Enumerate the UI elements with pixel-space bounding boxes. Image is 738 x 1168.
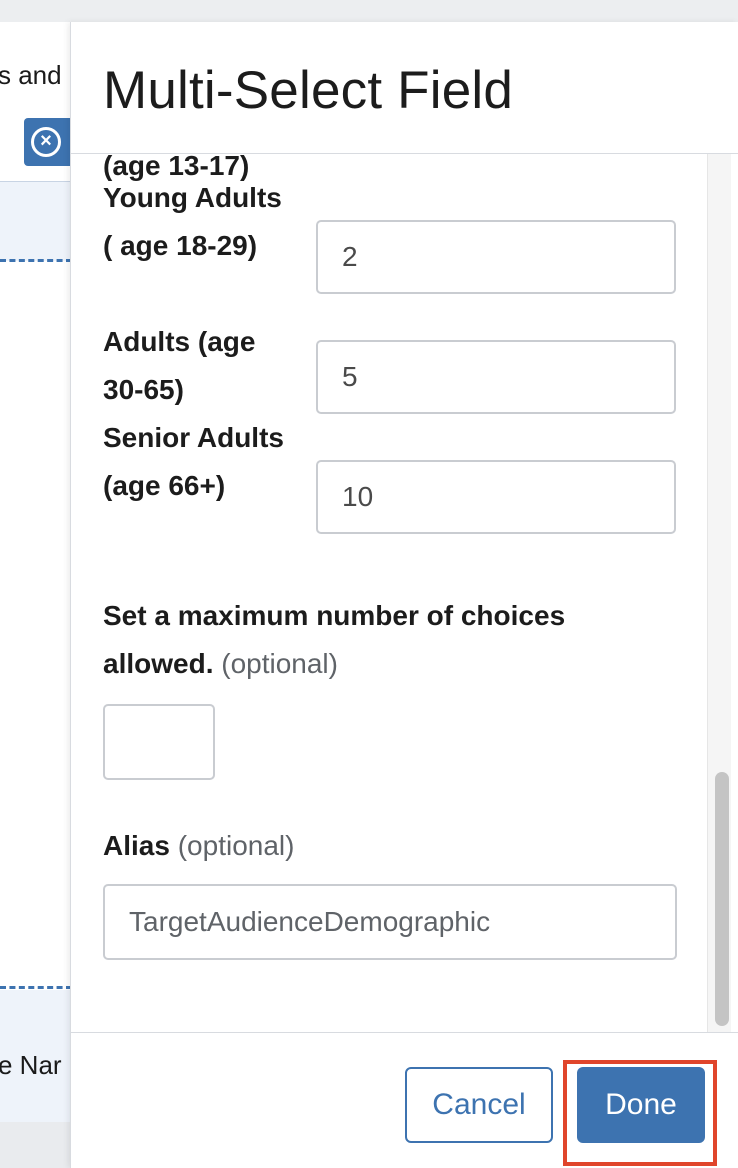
option-value-input[interactable]	[316, 460, 676, 534]
remove-button[interactable]: ×	[24, 118, 70, 166]
panel-footer: Cancel Done	[71, 1032, 738, 1168]
alias-label: Alias (optional)	[103, 822, 294, 870]
background-row	[0, 181, 72, 261]
alias-label-text: Alias	[103, 830, 170, 861]
cancel-button[interactable]: Cancel	[405, 1067, 553, 1143]
optional-hint: (optional)	[221, 648, 338, 679]
panel-body[interactable]: (age 13-17) Young Adults ( age 18-29) Ad…	[71, 154, 738, 1032]
scrollbar-thumb[interactable]	[715, 772, 729, 1026]
background-divider	[0, 259, 72, 262]
background-text-snippet: s and	[0, 60, 62, 90]
panel-title: Multi-Select Field	[103, 61, 514, 120]
option-label: Senior Adults (age 66+)	[103, 422, 284, 501]
alias-input[interactable]	[103, 884, 677, 960]
background-top-bar	[0, 0, 738, 22]
close-circle-icon: ×	[31, 127, 61, 157]
option-label: Young Adults ( age 18-29)	[103, 182, 282, 261]
done-button[interactable]: Done	[577, 1067, 705, 1143]
max-choices-input[interactable]	[103, 704, 215, 780]
multi-select-field-panel: Multi-Select Field (age 13-17) Young Adu…	[70, 22, 738, 1168]
optional-hint: (optional)	[177, 830, 295, 861]
panel-header: Multi-Select Field	[71, 22, 738, 154]
option-label: Adults (age 30-65)	[103, 326, 256, 405]
option-value-input[interactable]	[316, 220, 676, 294]
background-text-snippet: e Nar	[0, 1050, 62, 1080]
background-divider	[0, 986, 72, 989]
option-value-input[interactable]	[316, 340, 676, 414]
max-choices-label: Set a maximum number of choices allowed.…	[103, 592, 683, 688]
